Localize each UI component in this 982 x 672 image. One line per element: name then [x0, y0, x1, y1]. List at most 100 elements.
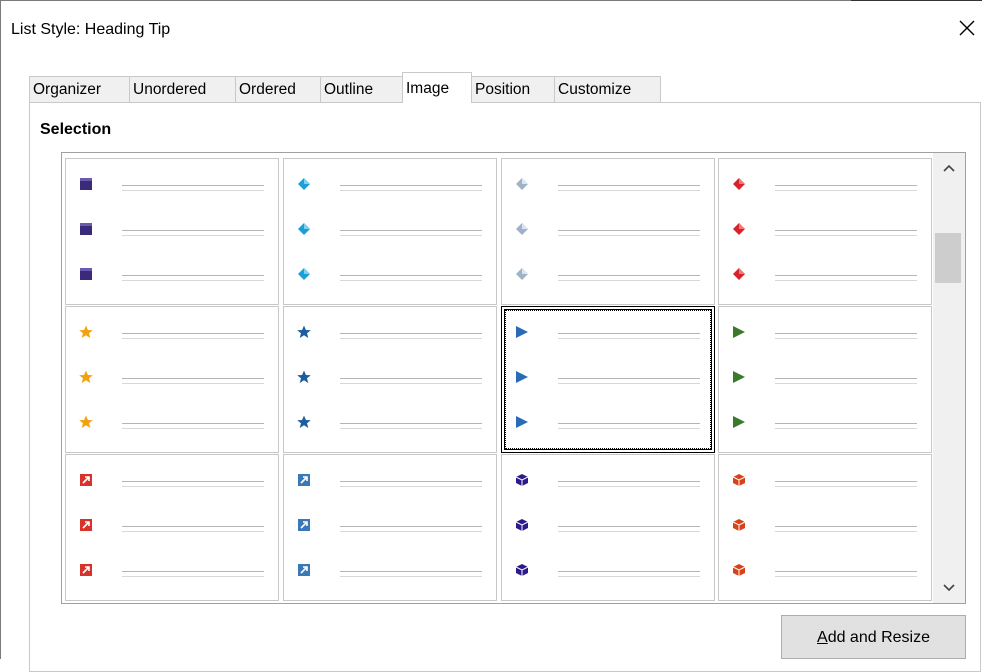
preview-line: [340, 230, 482, 231]
gallery-preview-row: [731, 267, 917, 281]
gallery-preview-row: [296, 267, 482, 281]
cube-red-icon: [731, 518, 747, 532]
preview-line: [340, 531, 482, 532]
gallery-preview-row: [296, 222, 482, 236]
tab-unordered[interactable]: Unordered: [129, 76, 236, 102]
dialog-title: List Style: Heading Tip: [11, 21, 171, 38]
gallery-cell-diamond-red[interactable]: [718, 158, 932, 305]
preview-line: [558, 571, 700, 572]
gallery-cell-triangle-blue[interactable]: [501, 306, 715, 453]
preview-line: [122, 423, 264, 424]
scroll-down-icon[interactable]: [933, 573, 965, 603]
preview-line: [558, 185, 700, 186]
preview-line: [775, 190, 917, 191]
preview-line: [558, 333, 700, 334]
preview-line: [558, 526, 700, 527]
preview-line: [775, 333, 917, 334]
gallery-cell-diamond-cyan[interactable]: [283, 158, 497, 305]
preview-line: [558, 275, 700, 276]
diamond-gray-icon: [514, 267, 530, 281]
gallery-preview-row: [731, 325, 917, 339]
gallery-cell-triangle-green[interactable]: [718, 306, 932, 453]
preview-line: [775, 275, 917, 276]
preview-line: [340, 526, 482, 527]
gallery-preview-row: [514, 222, 700, 236]
preview-line: [558, 481, 700, 482]
close-icon[interactable]: [955, 16, 979, 40]
gallery-preview-row: [731, 415, 917, 429]
gallery-preview-row: [296, 415, 482, 429]
diamond-gray-icon: [514, 177, 530, 191]
bullet-gallery: [61, 152, 966, 604]
gallery-cell-square-purple[interactable]: [65, 158, 279, 305]
preview-line: [775, 531, 917, 532]
scroll-thumb[interactable]: [935, 233, 961, 283]
preview-line: [340, 190, 482, 191]
arrow-box-blue-icon: [296, 518, 312, 532]
gallery-preview-row: [78, 473, 264, 487]
gallery-preview-row: [296, 325, 482, 339]
gallery-preview-row: [731, 370, 917, 384]
gallery-cell-star-orange[interactable]: [65, 306, 279, 453]
cube-purple-icon: [514, 473, 530, 487]
gallery-preview-row: [296, 563, 482, 577]
gallery-preview-row: [514, 518, 700, 532]
gallery-preview-row: [296, 518, 482, 532]
gallery-scrollbar[interactable]: [933, 153, 965, 603]
add-and-resize-button[interactable]: Add and Resize: [781, 615, 966, 659]
gallery-cell-arrow-box-blue[interactable]: [283, 454, 497, 601]
diamond-red-icon: [731, 267, 747, 281]
gallery-cell-arrow-box-red[interactable]: [65, 454, 279, 601]
preview-line: [122, 185, 264, 186]
preview-line: [122, 333, 264, 334]
diamond-cyan-icon: [296, 222, 312, 236]
gallery-cell-cube-red[interactable]: [718, 454, 932, 601]
preview-line: [558, 423, 700, 424]
preview-line: [558, 235, 700, 236]
gallery-preview-row: [296, 177, 482, 191]
preview-line: [775, 481, 917, 482]
arrow-box-blue-icon: [296, 473, 312, 487]
tab-customize[interactable]: Customize: [554, 76, 661, 102]
preview-line: [122, 486, 264, 487]
preview-line: [775, 576, 917, 577]
preview-line: [558, 531, 700, 532]
gallery-cell-cube-purple[interactable]: [501, 454, 715, 601]
add-and-resize-label: Add and Resize: [817, 629, 930, 646]
triangle-blue-icon: [514, 415, 530, 429]
tab-outline[interactable]: Outline: [320, 76, 403, 102]
gallery-preview-row: [78, 518, 264, 532]
preview-line: [122, 481, 264, 482]
gallery-preview-row: [78, 267, 264, 281]
gallery-cell-star-blue[interactable]: [283, 306, 497, 453]
selection-heading: Selection: [40, 121, 112, 138]
gallery-preview-row: [78, 415, 264, 429]
diamond-gray-icon: [514, 222, 530, 236]
preview-line: [340, 280, 482, 281]
diamond-red-icon: [731, 222, 747, 236]
arrow-box-red-icon: [78, 563, 94, 577]
diamond-red-icon: [731, 177, 747, 191]
preview-line: [558, 338, 700, 339]
triangle-blue-icon: [514, 370, 530, 384]
tab-image[interactable]: Image: [402, 72, 472, 103]
preview-line: [558, 428, 700, 429]
preview-line: [340, 185, 482, 186]
cube-red-icon: [731, 473, 747, 487]
scroll-up-icon[interactable]: [933, 153, 965, 183]
preview-line: [340, 338, 482, 339]
preview-line: [775, 338, 917, 339]
tab-ordered[interactable]: Ordered: [235, 76, 321, 102]
star-orange-icon: [78, 370, 94, 384]
tab-organizer[interactable]: Organizer: [29, 76, 130, 102]
gallery-preview-row: [731, 177, 917, 191]
star-blue-icon: [296, 415, 312, 429]
window-top-border: [1, 0, 982, 1]
gallery-preview-row: [731, 473, 917, 487]
preview-line: [340, 333, 482, 334]
arrow-box-red-icon: [78, 473, 94, 487]
gallery-preview-row: [514, 370, 700, 384]
gallery-cell-diamond-gray[interactable]: [501, 158, 715, 305]
gallery-preview-row: [514, 325, 700, 339]
tab-position[interactable]: Position: [471, 76, 555, 102]
